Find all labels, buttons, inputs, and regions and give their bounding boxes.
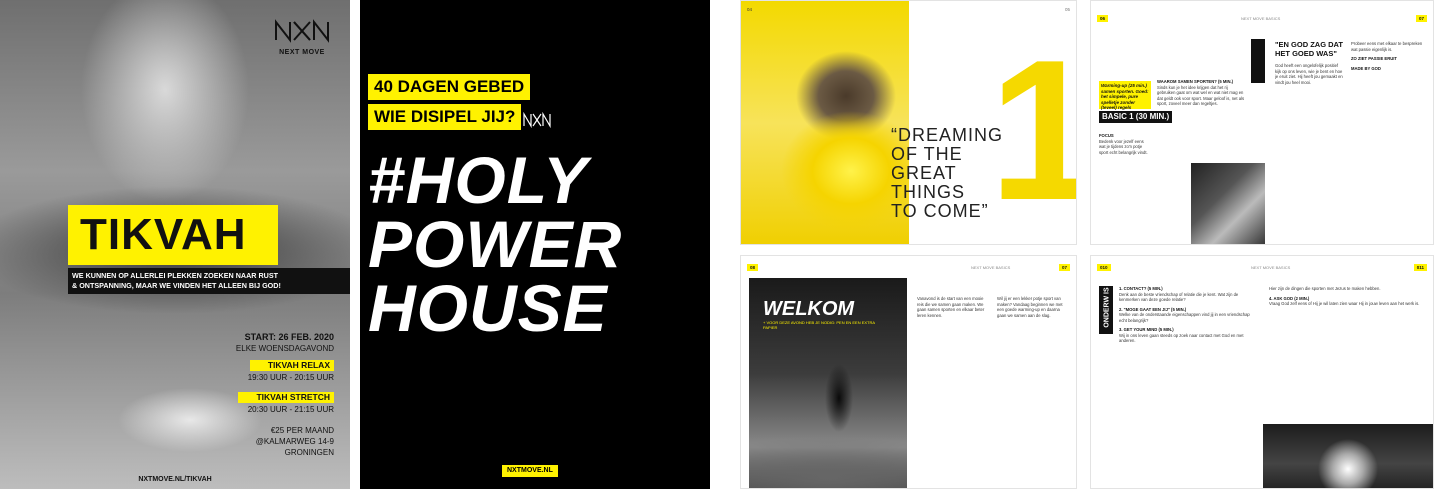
- topic-label: ONDERW IS: [1103, 287, 1111, 328]
- warmup-box: Warming-up (25 min.) samen sporten. Goed…: [1099, 81, 1151, 116]
- page-header: NEXT MOVE BASICS: [971, 265, 1011, 270]
- page-number-left: 010: [1097, 264, 1111, 271]
- tagline: WE KUNNEN OP ALLERLEI PLEKKEN ZOEKEN NAA…: [72, 271, 348, 291]
- quote-line-1: “DREAMING: [891, 125, 1003, 145]
- next-move-logo-icon: [275, 19, 329, 43]
- why-column: WAAROM SAMEN SPORTEN? (5 MIN.) Sinds kun…: [1157, 79, 1247, 161]
- page-number-right: 07: [1415, 15, 1427, 22]
- page-number-left: 08: [747, 264, 759, 271]
- poster-tikvah: NEXT MOVE TIKVAH WE KUNNEN OP ALLERLEI P…: [0, 0, 350, 489]
- city: GRONINGEN: [284, 448, 334, 457]
- page-number-left: 04: [747, 7, 753, 12]
- made-by-god-heading: MADE BY GOD: [1351, 65, 1381, 71]
- question-3-text: Wij in ons leven gaan steeds op zoek naa…: [1119, 332, 1244, 344]
- disciple-question-label: WIE DISIPEL JIJ?: [368, 104, 522, 130]
- headline-power: POWER: [368, 207, 623, 281]
- spread-basics-2: 010 NEXT MOVE BASICS 011 ONDERW IS 1. CO…: [1090, 255, 1434, 489]
- headline-holy: #HOLY: [368, 143, 589, 217]
- page-number-right: 05: [1064, 7, 1070, 12]
- page-header: NEXT MOVE BASICS: [1241, 16, 1281, 21]
- tagline-line-2: & ONTSPANNING, MAAR WE VINDEN HET ALLEEN…: [72, 281, 281, 290]
- focus-text: Bedenk voor jezelf eens wat je tijdens z…: [1099, 138, 1148, 155]
- page-number-right: 07: [1058, 264, 1070, 271]
- topic-bar: [1251, 39, 1265, 83]
- quote-line-2: OF THE: [891, 144, 963, 164]
- question-2-text: Welke van de onderstaande eigenschappen …: [1119, 312, 1250, 323]
- stretch-time: 20:30 UUR - 21:15 UUR: [247, 405, 334, 414]
- poster-url: NXTMOVE.NL/TIKVAH: [138, 476, 212, 483]
- light-silhouette-photo: [1263, 424, 1433, 488]
- stretch-label: TIKVAH STRETCH: [238, 392, 334, 403]
- tagline-bar: WE KUNNEN OP ALLERLEI PLEKKEN ZOEKEN NAA…: [68, 268, 350, 294]
- next-move-logo: NEXT MOVE: [272, 18, 332, 58]
- poster-title: TIKVAH: [80, 210, 247, 259]
- spread-welkom: 08 NEXT MOVE BASICS 07 WELKOM + VOOR DEZ…: [740, 255, 1077, 489]
- intro-column-a: Vanavond is de start van een mooie reis …: [917, 296, 985, 318]
- tagline-line-1: WE KUNNEN OP ALLERLEI PLEKKEN ZOEKEN NAA…: [72, 271, 279, 280]
- relax-label: TIKVAH RELAX: [249, 360, 334, 371]
- price: €25 PER MAAND: [270, 426, 334, 435]
- question-1-text: Denk aan de beste vriendschap of relatie…: [1119, 291, 1239, 303]
- god-column: God heeft een ongelofelijk positief kijk…: [1275, 63, 1343, 85]
- welkom-title: WELKOM: [763, 298, 855, 320]
- relax-time: 19:30 UUR - 20:15 UUR: [247, 373, 334, 382]
- quote-line-3: GREAT: [891, 163, 957, 183]
- logo-text: NEXT MOVE: [279, 49, 325, 56]
- quote-line-5: TO COME”: [891, 201, 989, 221]
- why-text: Sinds kun je het idee krijgen dat het ri…: [1157, 84, 1245, 107]
- poster-holy-power-house: 40 DAGEN GEBED WIE DISIPEL JIJ? #HOLY PO…: [360, 0, 710, 489]
- welkom-subtitle: + VOOR DEZE AVOND HEB JE NODIG: PEN EN E…: [763, 320, 875, 330]
- page-header: NEXT MOVE BASICS: [1251, 265, 1291, 270]
- spread-dreaming: 04 05 1 “DREAMING OF THE GREAT THINGS TO…: [740, 0, 1077, 245]
- passion-column: Probeer eens met elkaar te bespreken wat…: [1351, 41, 1429, 239]
- poster-url: NXTMOVE.NL: [502, 465, 558, 477]
- start-date: START: 26 FEB. 2020: [244, 332, 334, 342]
- focus-column: FOCUS Bedenk voor jezelf eens wat je tij…: [1099, 129, 1151, 239]
- questions-column: 1. CONTACT? (5 MIN.) Denk aan de beste v…: [1119, 286, 1257, 486]
- yellow-smoke-photo: [741, 1, 909, 244]
- spread-basics-1: 06 NEXT MOVE BASICS 07 Warming-up (25 mi…: [1090, 0, 1434, 245]
- street-photo: [1191, 163, 1265, 244]
- passion-heading: ZO ZIET PASSIE ERUIT: [1351, 56, 1397, 61]
- address: @KALMARWEG 14-9: [255, 437, 334, 446]
- title-box: TIKVAH: [68, 205, 278, 265]
- page-number-left: 06: [1097, 15, 1109, 22]
- prayer-days-label: 40 DAGEN GEBED: [368, 74, 531, 100]
- right-column: Hier zijn de dingen die sporten met Jezu…: [1269, 286, 1425, 418]
- ask-god-text: Vraag God zelf eens of Hij je wil laten …: [1269, 301, 1420, 306]
- right-column-intro: Hier zijn de dingen die sporten met Jezu…: [1269, 286, 1381, 291]
- quote-line-4: THINGS: [891, 182, 966, 202]
- weekly-text: ELKE WOENSDAGAVOND: [235, 344, 334, 353]
- dreaming-quote: “DREAMING OF THE GREAT THINGS TO COME”: [891, 126, 1021, 221]
- intro-column-b: Wil jij er een lekker potje sport van ma…: [997, 296, 1063, 318]
- topic-label: ONDERW IS: [1265, 36, 1273, 77]
- headline-house: HOUSE: [368, 271, 608, 345]
- next-move-logo-icon: [523, 112, 551, 128]
- passion-text: Probeer eens met elkaar te bespreken wat…: [1351, 41, 1423, 52]
- page-number-right: 011: [1413, 264, 1427, 271]
